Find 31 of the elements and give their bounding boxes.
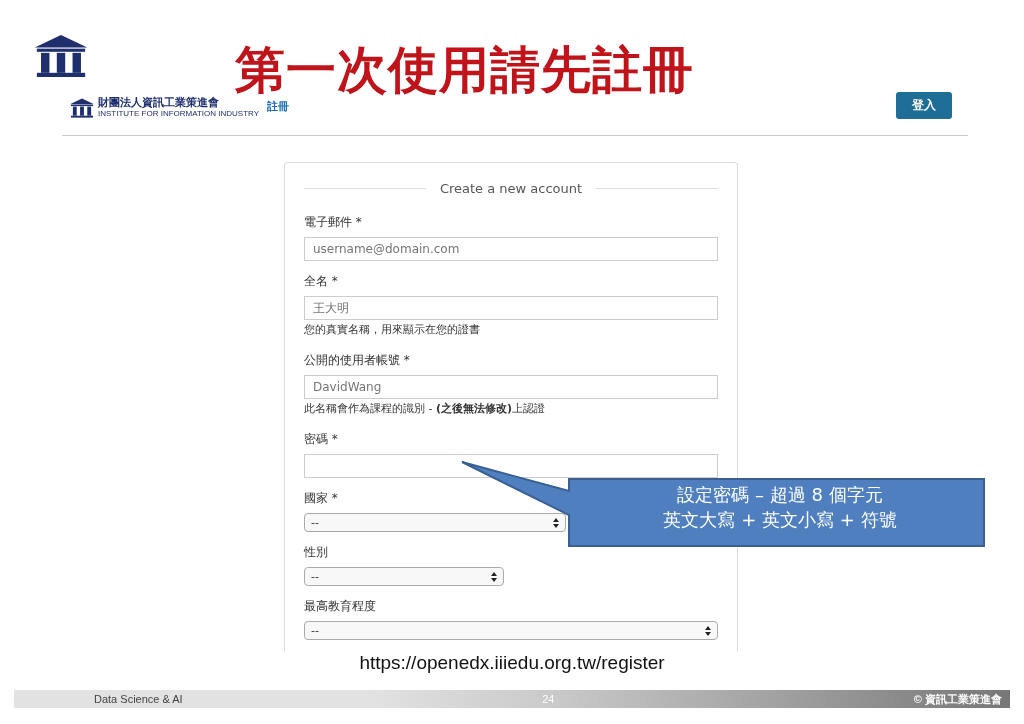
callout-text: 設定密碼 – 超過 8 個字元 英文大寫 + 英文小寫 + 符號 bbox=[662, 483, 898, 532]
logo-text: 財團法人資訊工業策進會 bbox=[98, 97, 220, 109]
field-hint: 此名稱會作為課程的識別 - (之後無法修改)上認證 bbox=[304, 401, 547, 417]
updown-icon bbox=[491, 571, 497, 582]
updown-icon bbox=[705, 625, 711, 636]
select-field[interactable]: -- bbox=[304, 567, 504, 586]
register-link[interactable]: 註冊 bbox=[267, 99, 289, 114]
field-label: 電子郵件 * bbox=[304, 214, 362, 231]
text-field[interactable]: DavidWang bbox=[304, 375, 718, 399]
updown-icon bbox=[553, 517, 559, 528]
logo-icon bbox=[34, 35, 88, 77]
field-label: 性別 bbox=[304, 544, 328, 561]
field-label: 全名 * bbox=[304, 273, 338, 290]
logo-icon bbox=[70, 97, 94, 118]
text-field[interactable]: 王大明 bbox=[304, 296, 718, 320]
select-field[interactable]: -- bbox=[304, 621, 718, 640]
slide-title: 第一次使用請先註冊 bbox=[235, 40, 694, 100]
footer-text: © 資訊工業策進會 bbox=[913, 691, 1002, 707]
select-field[interactable]: -- bbox=[304, 513, 566, 532]
url-text: https://openedx.iiiedu.org.tw/register bbox=[358, 652, 666, 674]
text-field[interactable]: username@domain.com bbox=[304, 237, 718, 261]
form-heading: Create a new account bbox=[439, 180, 583, 196]
login-button[interactable]: 登入 bbox=[896, 92, 952, 119]
field-hint: 您的真實名稱，用來顯示在您的證書 bbox=[304, 322, 481, 338]
field-label: 公開的使用者帳號 * bbox=[304, 352, 410, 369]
logo-subtext: INSTITUTE FOR INFORMATION INDUSTRY bbox=[98, 109, 260, 118]
field-label: 密碼 * bbox=[304, 431, 338, 448]
field-label: 最高教育程度 bbox=[304, 598, 376, 615]
password-field[interactable] bbox=[304, 454, 718, 478]
footer-text: Data Science & AI bbox=[94, 693, 183, 705]
field-label: 國家 * bbox=[304, 490, 338, 507]
